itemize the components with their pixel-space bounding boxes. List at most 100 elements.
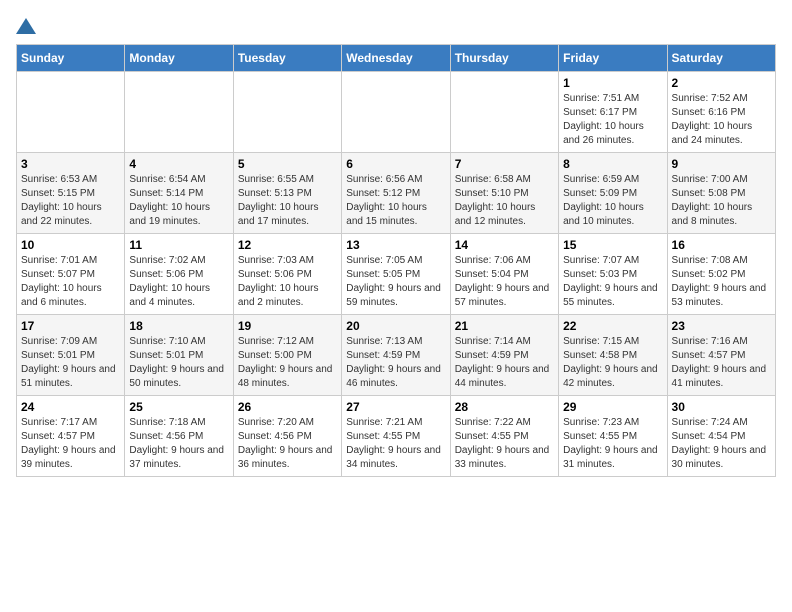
calendar-week-row: 24 Sunrise: 7:17 AM Sunset: 4:57 PM Dayli… — [17, 396, 776, 477]
calendar-table: Sunday Monday Tuesday Wednesday Thursday… — [16, 44, 776, 477]
calendar-cell — [233, 72, 341, 153]
day-number: 17 — [21, 319, 120, 333]
calendar-cell: 27Sunrise: 7:21 AM Sunset: 4:55 PM Dayli… — [342, 396, 450, 477]
day-number: 1 — [563, 76, 662, 90]
calendar-cell: 10 Sunrise: 7:01 AM Sunset: 5:07 PM Dayli… — [17, 234, 125, 315]
day-number: 6 — [346, 157, 445, 171]
calendar-cell: 18 Sunrise: 7:10 AM Sunset: 5:01 PM Dayli… — [125, 315, 233, 396]
day-info: Sunrise: 7:02 AM Sunset: 5:06 PM Dayligh… — [129, 254, 228, 310]
day-number: 19 — [238, 319, 337, 333]
calendar-cell: 13 Sunrise: 7:05 AM Sunset: 5:05 PM Dayli… — [342, 234, 450, 315]
day-info: Sunrise: 7:15 AM Sunset: 4:58 PM Dayligh… — [563, 335, 662, 391]
col-sunday: Sunday — [17, 45, 125, 72]
day-info: Sunrise: 6:59 AM Sunset: 5:09 PM Dayligh… — [563, 173, 662, 229]
col-thursday: Thursday — [450, 45, 558, 72]
header — [16, 16, 776, 36]
day-info: Sunrise: 7:17 AM Sunset: 4:57 PM Dayligh… — [21, 416, 120, 472]
calendar-cell: 9 Sunrise: 7:00 AM Sunset: 5:08 PM Daylig… — [667, 153, 775, 234]
day-number: 28 — [455, 400, 554, 414]
header-row: Sunday Monday Tuesday Wednesday Thursday… — [17, 45, 776, 72]
calendar-cell: 20 Sunrise: 7:13 AM Sunset: 4:59 PM Dayli… — [342, 315, 450, 396]
col-monday: Monday — [125, 45, 233, 72]
day-number: 3 — [21, 157, 120, 171]
calendar-cell: 12Sunrise: 7:03 AM Sunset: 5:06 PM Dayli… — [233, 234, 341, 315]
day-info: Sunrise: 7:10 AM Sunset: 5:01 PM Dayligh… — [129, 335, 228, 391]
calendar-cell: 8 Sunrise: 6:59 AM Sunset: 5:09 PM Daylig… — [559, 153, 667, 234]
calendar-cell — [450, 72, 558, 153]
day-info: Sunrise: 7:01 AM Sunset: 5:07 PM Dayligh… — [21, 254, 120, 310]
calendar-cell: 24 Sunrise: 7:17 AM Sunset: 4:57 PM Dayli… — [17, 396, 125, 477]
col-wednesday: Wednesday — [342, 45, 450, 72]
day-number: 10 — [21, 238, 120, 252]
calendar-cell: 14 Sunrise: 7:06 AM Sunset: 5:04 PM Dayli… — [450, 234, 558, 315]
day-number: 8 — [563, 157, 662, 171]
day-info: Sunrise: 7:00 AM Sunset: 5:08 PM Dayligh… — [672, 173, 771, 229]
day-number: 14 — [455, 238, 554, 252]
day-info: Sunrise: 6:53 AM Sunset: 5:15 PM Dayligh… — [21, 173, 120, 229]
calendar-cell: 2 Sunrise: 7:52 AM Sunset: 6:16 PM Daylig… — [667, 72, 775, 153]
calendar-cell: 28 Sunrise: 7:22 AM Sunset: 4:55 PM Dayli… — [450, 396, 558, 477]
calendar-cell: 7 Sunrise: 6:58 AM Sunset: 5:10 PM Daylig… — [450, 153, 558, 234]
logo — [16, 16, 36, 36]
calendar-body: 1 Sunrise: 7:51 AM Sunset: 6:17 PM Daylig… — [17, 72, 776, 477]
col-friday: Friday — [559, 45, 667, 72]
day-info: Sunrise: 7:52 AM Sunset: 6:16 PM Dayligh… — [672, 92, 771, 148]
day-number: 13 — [346, 238, 445, 252]
day-info: Sunrise: 7:14 AM Sunset: 4:59 PM Dayligh… — [455, 335, 554, 391]
day-info: Sunrise: 6:56 AM Sunset: 5:12 PM Dayligh… — [346, 173, 445, 229]
calendar-cell — [342, 72, 450, 153]
calendar-cell: 5 Sunrise: 6:55 AM Sunset: 5:13 PM Daylig… — [233, 153, 341, 234]
calendar-week-row: 1 Sunrise: 7:51 AM Sunset: 6:17 PM Daylig… — [17, 72, 776, 153]
col-tuesday: Tuesday — [233, 45, 341, 72]
calendar-cell — [17, 72, 125, 153]
day-info: Sunrise: 7:51 AM Sunset: 6:17 PM Dayligh… — [563, 92, 662, 148]
day-info: Sunrise: 7:06 AM Sunset: 5:04 PM Dayligh… — [455, 254, 554, 310]
day-number: 26 — [238, 400, 337, 414]
day-number: 23 — [672, 319, 771, 333]
day-info: Sunrise: 7:03 AM Sunset: 5:06 PM Dayligh… — [238, 254, 337, 310]
day-info: Sunrise: 7:16 AM Sunset: 4:57 PM Dayligh… — [672, 335, 771, 391]
day-info: Sunrise: 6:54 AM Sunset: 5:14 PM Dayligh… — [129, 173, 228, 229]
logo-icon — [16, 16, 36, 36]
calendar-cell: 29Sunrise: 7:23 AM Sunset: 4:55 PM Dayli… — [559, 396, 667, 477]
day-number: 5 — [238, 157, 337, 171]
day-info: Sunrise: 7:07 AM Sunset: 5:03 PM Dayligh… — [563, 254, 662, 310]
calendar-week-row: 3 Sunrise: 6:53 AM Sunset: 5:15 PM Daylig… — [17, 153, 776, 234]
calendar-cell: 30Sunrise: 7:24 AM Sunset: 4:54 PM Dayli… — [667, 396, 775, 477]
calendar-cell: 17 Sunrise: 7:09 AM Sunset: 5:01 PM Dayli… — [17, 315, 125, 396]
day-number: 18 — [129, 319, 228, 333]
calendar-cell: 11 Sunrise: 7:02 AM Sunset: 5:06 PM Dayli… — [125, 234, 233, 315]
calendar-cell: 3 Sunrise: 6:53 AM Sunset: 5:15 PM Daylig… — [17, 153, 125, 234]
calendar-cell: 16Sunrise: 7:08 AM Sunset: 5:02 PM Dayli… — [667, 234, 775, 315]
day-number: 24 — [21, 400, 120, 414]
calendar-cell: 23 Sunrise: 7:16 AM Sunset: 4:57 PM Dayli… — [667, 315, 775, 396]
day-info: Sunrise: 6:55 AM Sunset: 5:13 PM Dayligh… — [238, 173, 337, 229]
day-number: 2 — [672, 76, 771, 90]
col-saturday: Saturday — [667, 45, 775, 72]
calendar-header: Sunday Monday Tuesday Wednesday Thursday… — [17, 45, 776, 72]
day-info: Sunrise: 7:09 AM Sunset: 5:01 PM Dayligh… — [21, 335, 120, 391]
day-number: 27 — [346, 400, 445, 414]
day-info: Sunrise: 7:05 AM Sunset: 5:05 PM Dayligh… — [346, 254, 445, 310]
calendar-cell: 25 Sunrise: 7:18 AM Sunset: 4:56 PM Dayli… — [125, 396, 233, 477]
day-number: 9 — [672, 157, 771, 171]
calendar-cell: 6 Sunrise: 6:56 AM Sunset: 5:12 PM Daylig… — [342, 153, 450, 234]
day-number: 25 — [129, 400, 228, 414]
calendar-cell — [125, 72, 233, 153]
day-info: Sunrise: 7:22 AM Sunset: 4:55 PM Dayligh… — [455, 416, 554, 472]
day-info: Sunrise: 7:20 AM Sunset: 4:56 PM Dayligh… — [238, 416, 337, 472]
calendar-cell: 22Sunrise: 7:15 AM Sunset: 4:58 PM Dayli… — [559, 315, 667, 396]
day-number: 11 — [129, 238, 228, 252]
day-number: 7 — [455, 157, 554, 171]
day-info: Sunrise: 6:58 AM Sunset: 5:10 PM Dayligh… — [455, 173, 554, 229]
day-number: 4 — [129, 157, 228, 171]
calendar-week-row: 10 Sunrise: 7:01 AM Sunset: 5:07 PM Dayli… — [17, 234, 776, 315]
day-info: Sunrise: 7:12 AM Sunset: 5:00 PM Dayligh… — [238, 335, 337, 391]
day-info: Sunrise: 7:13 AM Sunset: 4:59 PM Dayligh… — [346, 335, 445, 391]
day-info: Sunrise: 7:18 AM Sunset: 4:56 PM Dayligh… — [129, 416, 228, 472]
day-number: 30 — [672, 400, 771, 414]
day-number: 20 — [346, 319, 445, 333]
calendar-cell: 19 Sunrise: 7:12 AM Sunset: 5:00 PM Dayli… — [233, 315, 341, 396]
calendar-cell: 26 Sunrise: 7:20 AM Sunset: 4:56 PM Dayli… — [233, 396, 341, 477]
calendar-cell: 4 Sunrise: 6:54 AM Sunset: 5:14 PM Daylig… — [125, 153, 233, 234]
